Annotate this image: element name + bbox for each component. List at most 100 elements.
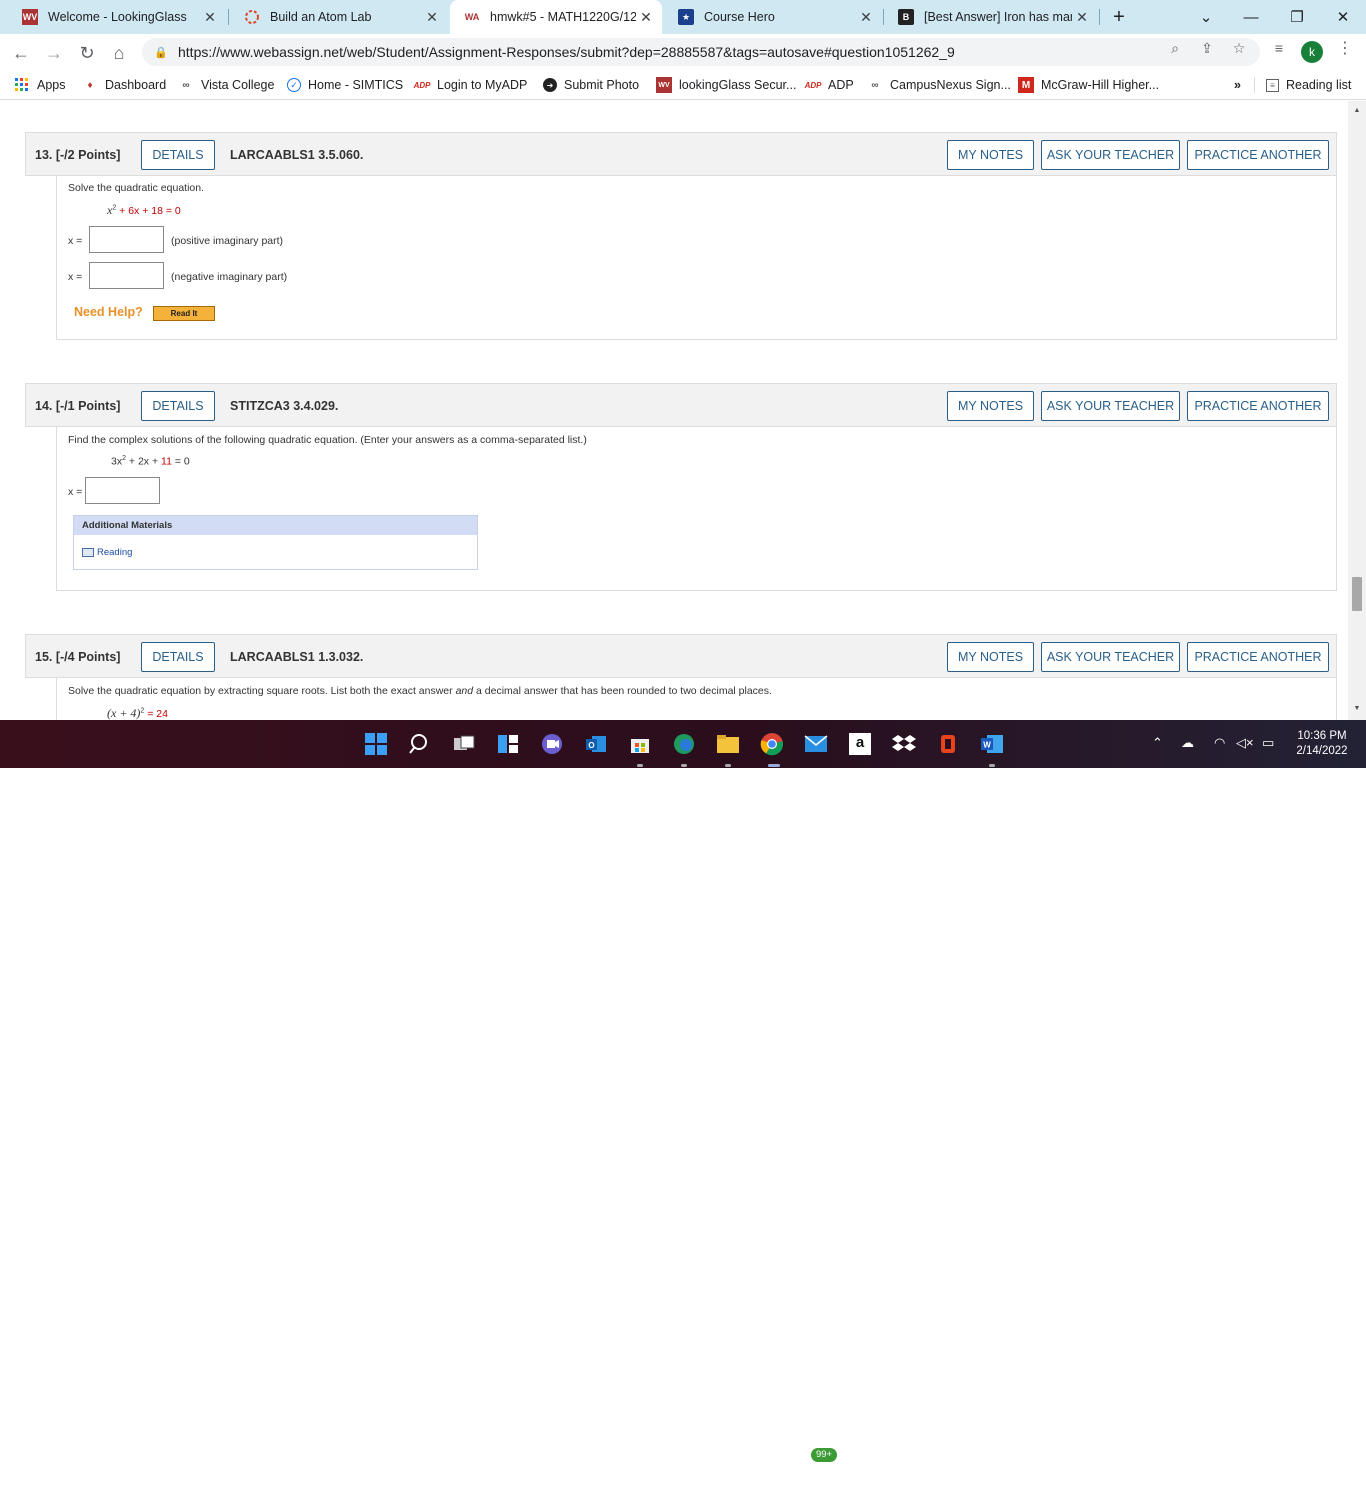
- edge-icon[interactable]: [670, 730, 698, 758]
- close-tab-icon[interactable]: ✕: [636, 9, 656, 26]
- practice-another-button[interactable]: PRACTICE ANOTHER: [1187, 391, 1329, 421]
- office-icon[interactable]: [934, 730, 962, 758]
- chrome-icon[interactable]: [758, 730, 786, 758]
- bookmark-apps[interactable]: Apps: [14, 76, 66, 94]
- windows-start-icon[interactable]: [362, 730, 390, 758]
- browser-toolbar: ← → ↻ ⌂ 🔒 https://www.webassign.net/web/…: [0, 34, 1366, 70]
- bookmark-adp[interactable]: ADP ADP: [805, 76, 854, 94]
- forward-button[interactable]: →: [41, 40, 67, 66]
- wifi-icon[interactable]: ◠: [1214, 735, 1225, 751]
- close-tab-icon[interactable]: ✕: [856, 9, 876, 26]
- reading-list-button[interactable]: ≡ Reading list: [1266, 76, 1351, 94]
- system-clock[interactable]: 10:36 PM 2/14/2022: [1290, 729, 1354, 759]
- volume-icon[interactable]: ◁×: [1236, 735, 1254, 751]
- answer-input-positive[interactable]: [89, 226, 164, 253]
- task-view-icon[interactable]: [450, 730, 478, 758]
- menu-kebab-icon[interactable]: ⋮: [1334, 38, 1356, 58]
- close-window-button[interactable]: ✕: [1320, 0, 1366, 34]
- lock-icon[interactable]: 🔒: [154, 46, 170, 59]
- tab-best-answer[interactable]: B [Best Answer] Iron has many ✕: [884, 0, 1098, 34]
- bookmarks-overflow-button[interactable]: »: [1234, 76, 1241, 94]
- bookmark-label: CampusNexus Sign...: [890, 78, 1011, 92]
- ask-your-teacher-button[interactable]: ASK YOUR TEACHER: [1041, 642, 1180, 672]
- url-text[interactable]: https://www.webassign.net/web/Student/As…: [178, 44, 955, 60]
- scroll-down-arrow[interactable]: ▼: [1352, 705, 1362, 712]
- ask-your-teacher-button[interactable]: ASK YOUR TEACHER: [1041, 140, 1180, 170]
- minimize-button[interactable]: —: [1228, 0, 1274, 34]
- details-button[interactable]: DETAILS: [141, 642, 215, 672]
- bookmark-login-myadp[interactable]: ADP Login to MyADP: [414, 76, 528, 94]
- amazon-icon[interactable]: a: [846, 730, 874, 758]
- atom-icon: [244, 9, 260, 25]
- page-scrollbar[interactable]: ▲ ▼: [1348, 101, 1366, 720]
- home-button[interactable]: ⌂: [106, 40, 132, 66]
- close-tab-icon[interactable]: ✕: [422, 9, 442, 26]
- profile-avatar[interactable]: k: [1301, 41, 1323, 63]
- widgets-icon[interactable]: [494, 730, 522, 758]
- additional-materials-panel: Additional Materials Reading: [73, 515, 478, 570]
- scrollbar-thumb[interactable]: [1352, 577, 1362, 611]
- address-bar[interactable]: 🔒 https://www.webassign.net/web/Student/…: [142, 38, 1260, 66]
- scroll-up-arrow[interactable]: ▲: [1352, 107, 1362, 114]
- bookmark-dashboard[interactable]: ♦ Dashboard: [82, 76, 166, 94]
- tab-welcome-lookingglass[interactable]: WV Welcome - LookingGlass ✕: [8, 0, 226, 34]
- practice-another-button[interactable]: PRACTICE ANOTHER: [1187, 642, 1329, 672]
- read-it-button[interactable]: Read It: [153, 306, 215, 321]
- hint-negative: (negative imaginary part): [171, 271, 288, 283]
- word-icon[interactable]: W: [978, 730, 1006, 758]
- prompt-part: Solve the quadratic equation by extracti…: [68, 685, 456, 697]
- dropbox-icon[interactable]: [890, 730, 918, 758]
- bookmark-label: McGraw-Hill Higher...: [1041, 78, 1160, 92]
- teams-chat-icon[interactable]: [538, 730, 566, 758]
- ask-your-teacher-button[interactable]: ASK YOUR TEACHER: [1041, 391, 1180, 421]
- close-tab-icon[interactable]: ✕: [200, 9, 220, 26]
- close-tab-icon[interactable]: ✕: [1072, 9, 1092, 26]
- details-button[interactable]: DETAILS: [141, 391, 215, 421]
- reading-link-label[interactable]: Reading: [97, 547, 132, 558]
- share-icon[interactable]: ⇪: [1196, 38, 1218, 58]
- bookmark-star-icon[interactable]: ☆: [1228, 38, 1250, 58]
- search-icon[interactable]: [406, 730, 434, 758]
- file-explorer-icon[interactable]: [714, 730, 742, 758]
- eq-rest: = 0: [171, 455, 190, 468]
- store-icon[interactable]: [626, 730, 654, 758]
- reload-button[interactable]: ↻: [74, 40, 100, 66]
- bookmark-submit-photo[interactable]: ➜ Submit Photo: [543, 76, 639, 94]
- link-icon: ∞: [182, 79, 190, 91]
- zoom-icon[interactable]: ⌕: [1164, 38, 1186, 58]
- back-button[interactable]: ←: [8, 40, 34, 66]
- eq-constant: 11: [161, 455, 172, 468]
- bookmark-mcgraw-hill[interactable]: M McGraw-Hill Higher...: [1018, 76, 1159, 94]
- battery-icon[interactable]: ▭: [1262, 735, 1274, 751]
- tab-hmwk5[interactable]: WA hmwk#5 - MATH1220G/1221 ✕: [450, 0, 662, 34]
- bookmark-lookingglass[interactable]: WV lookingGlass Secur...: [656, 76, 796, 94]
- chevron-up-icon[interactable]: ⌃: [1152, 735, 1163, 751]
- onedrive-icon[interactable]: ☁: [1181, 735, 1194, 751]
- my-notes-button[interactable]: MY NOTES: [947, 642, 1034, 672]
- answer-input-negative[interactable]: [89, 262, 164, 289]
- tab-separator: [1099, 9, 1100, 25]
- restore-button[interactable]: ❐: [1274, 0, 1320, 34]
- answer-input-solutions[interactable]: [85, 477, 160, 504]
- new-tab-button[interactable]: +: [1106, 6, 1132, 28]
- bookmark-campusnexus[interactable]: ∞ CampusNexus Sign...: [867, 76, 1011, 94]
- tab-build-an-atom[interactable]: Build an Atom Lab ✕: [230, 0, 448, 34]
- practice-another-button[interactable]: PRACTICE ANOTHER: [1187, 140, 1329, 170]
- outlook-icon[interactable]: O: [582, 730, 610, 758]
- reading-link[interactable]: Reading: [82, 547, 132, 558]
- bookmark-simtics[interactable]: ✓ Home - SIMTICS: [287, 76, 403, 94]
- apps-grid-icon: [14, 77, 30, 93]
- bookmark-label: Vista College: [201, 78, 275, 92]
- my-notes-button[interactable]: MY NOTES: [947, 391, 1034, 421]
- bookmark-vista-college[interactable]: ∞ Vista College: [178, 76, 274, 94]
- my-notes-button[interactable]: MY NOTES: [947, 140, 1034, 170]
- details-button[interactable]: DETAILS: [141, 140, 215, 170]
- tab-title: Course Hero: [704, 10, 775, 24]
- m-icon: M: [1018, 77, 1034, 93]
- tab-course-hero[interactable]: ★ Course Hero ✕: [664, 0, 882, 34]
- tab-search-button[interactable]: ⌄: [1183, 0, 1229, 34]
- reading-mode-icon[interactable]: ≡: [1268, 38, 1290, 58]
- prompt-emphasis: and: [455, 685, 474, 697]
- webassign-icon: WA: [464, 12, 480, 22]
- mail-icon[interactable]: [802, 730, 830, 758]
